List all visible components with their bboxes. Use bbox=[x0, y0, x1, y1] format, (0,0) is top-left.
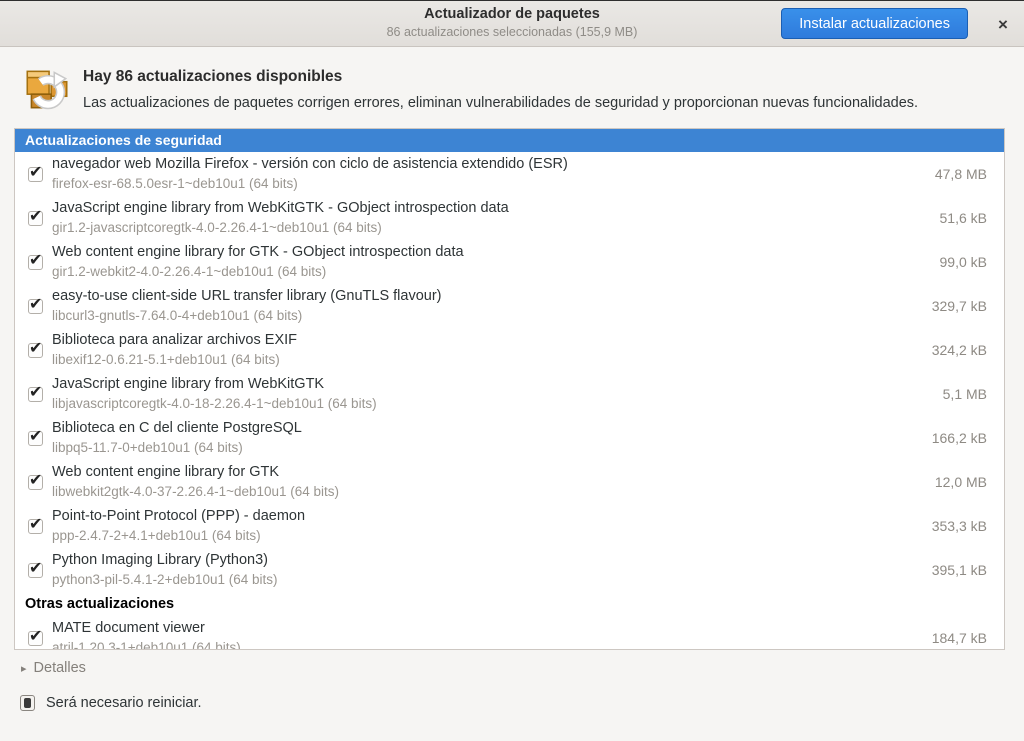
restart-notice: Será necesario reiniciar. bbox=[20, 695, 202, 711]
other-updates-group: ✔ MATE document viewer atril-1.20.3-1+de… bbox=[15, 616, 1004, 650]
install-updates-button[interactable]: Instalar actualizaciones bbox=[781, 8, 968, 39]
package-size: 324,2 kB bbox=[932, 342, 987, 358]
check-icon: ✔ bbox=[29, 558, 42, 578]
package-size: 47,8 MB bbox=[935, 166, 987, 182]
package-title: Biblioteca para analizar archivos EXIF bbox=[52, 331, 920, 350]
check-icon: ✔ bbox=[29, 470, 42, 490]
package-version: libexif12-0.6.21-5.1+deb10u1 (64 bits) bbox=[52, 350, 920, 369]
window-subtitle: 86 actualizaciones seleccionadas (155,9 … bbox=[387, 25, 638, 39]
package-title: easy-to-use client-side URL transfer lib… bbox=[52, 287, 920, 306]
package-size: 184,7 kB bbox=[932, 630, 987, 646]
package-size: 395,1 kB bbox=[932, 562, 987, 578]
package-size: 353,3 kB bbox=[932, 518, 987, 534]
table-row[interactable]: ✔ navegador web Mozilla Firefox - versió… bbox=[15, 152, 1004, 196]
chevron-right-icon: ▸ bbox=[21, 662, 27, 675]
package-title: MATE document viewer bbox=[52, 619, 920, 638]
check-icon: ✔ bbox=[29, 426, 42, 446]
check-icon: ✔ bbox=[29, 382, 42, 402]
package-size: 99,0 kB bbox=[940, 254, 987, 270]
package-size: 5,1 MB bbox=[943, 386, 987, 402]
package-title: Python Imaging Library (Python3) bbox=[52, 551, 920, 570]
table-row[interactable]: ✔ Web content engine library for GTK - G… bbox=[15, 240, 1004, 284]
package-size: 166,2 kB bbox=[932, 430, 987, 446]
table-row[interactable]: ✔ Biblioteca para analizar archivos EXIF… bbox=[15, 328, 1004, 372]
package-version: libwebkit2gtk-4.0-37-2.26.4-1~deb10u1 (6… bbox=[52, 482, 923, 501]
package-version: libpq5-11.7-0+deb10u1 (64 bits) bbox=[52, 438, 920, 457]
close-icon[interactable]: × bbox=[990, 12, 1016, 38]
page-header: Hay 86 actualizaciones disponibles Las a… bbox=[20, 60, 1004, 116]
package-size: 51,6 kB bbox=[940, 210, 987, 226]
update-checkbox[interactable]: ✔ bbox=[28, 475, 43, 490]
table-row[interactable]: ✔ JavaScript engine library from WebKitG… bbox=[15, 372, 1004, 416]
update-checkbox[interactable]: ✔ bbox=[28, 431, 43, 446]
details-expander[interactable]: ▸ Detalles bbox=[21, 660, 86, 676]
package-version: libcurl3-gnutls-7.64.0-4+deb10u1 (64 bit… bbox=[52, 306, 920, 325]
check-icon: ✔ bbox=[29, 626, 42, 646]
update-list: Actualizaciones de seguridad ✔ navegador… bbox=[14, 128, 1005, 650]
update-checkbox[interactable]: ✔ bbox=[28, 255, 43, 270]
table-row[interactable]: ✔ Biblioteca en C del cliente PostgreSQL… bbox=[15, 416, 1004, 460]
package-title: Web content engine library for GTK bbox=[52, 463, 923, 482]
update-checkbox[interactable]: ✔ bbox=[28, 563, 43, 578]
package-title: Web content engine library for GTK - GOb… bbox=[52, 243, 928, 262]
check-icon: ✔ bbox=[29, 294, 42, 314]
table-row[interactable]: ✔ easy-to-use client-side URL transfer l… bbox=[15, 284, 1004, 328]
update-checkbox[interactable]: ✔ bbox=[28, 519, 43, 534]
check-icon: ✔ bbox=[29, 250, 42, 270]
package-version: gir1.2-webkit2-4.0-2.26.4-1~deb10u1 (64 … bbox=[52, 262, 928, 281]
page-title: Hay 86 actualizaciones disponibles bbox=[83, 68, 918, 86]
restart-icon bbox=[20, 695, 35, 711]
package-title: Biblioteca en C del cliente PostgreSQL bbox=[52, 419, 920, 438]
table-row[interactable]: ✔ Python Imaging Library (Python3) pytho… bbox=[15, 548, 1004, 592]
package-version: libjavascriptcoregtk-4.0-18-2.26.4-1~deb… bbox=[52, 394, 931, 413]
package-title: navegador web Mozilla Firefox - versión … bbox=[52, 155, 923, 174]
window-title: Actualizador de paquetes bbox=[387, 6, 638, 22]
package-title: JavaScript engine library from WebKitGTK… bbox=[52, 199, 928, 218]
package-version: firefox-esr-68.5.0esr-1~deb10u1 (64 bits… bbox=[52, 174, 923, 193]
package-version: atril-1.20.3-1+deb10u1 (64 bits) bbox=[52, 638, 920, 650]
table-row[interactable]: ✔ JavaScript engine library from WebKitG… bbox=[15, 196, 1004, 240]
details-label: Detalles bbox=[34, 660, 86, 676]
titlebar: Actualizador de paquetes 86 actualizacio… bbox=[0, 0, 1024, 47]
update-checkbox[interactable]: ✔ bbox=[28, 387, 43, 402]
package-size: 329,7 kB bbox=[932, 298, 987, 314]
table-row[interactable]: ✔ MATE document viewer atril-1.20.3-1+de… bbox=[15, 616, 1004, 650]
update-checkbox[interactable]: ✔ bbox=[28, 211, 43, 226]
page-description: Las actualizaciones de paquetes corrigen… bbox=[83, 95, 918, 111]
titlebar-title-block: Actualizador de paquetes 86 actualizacio… bbox=[387, 6, 638, 39]
update-checkbox[interactable]: ✔ bbox=[28, 343, 43, 358]
update-checkbox[interactable]: ✔ bbox=[28, 299, 43, 314]
restart-notice-text: Será necesario reiniciar. bbox=[46, 695, 202, 711]
table-row[interactable]: ✔ Web content engine library for GTK lib… bbox=[15, 460, 1004, 504]
package-title: Point-to-Point Protocol (PPP) - daemon bbox=[52, 507, 920, 526]
section-header-security: Actualizaciones de seguridad bbox=[15, 129, 1004, 152]
check-icon: ✔ bbox=[29, 514, 42, 534]
package-version: gir1.2-javascriptcoregtk-4.0-2.26.4-1~de… bbox=[52, 218, 928, 237]
check-icon: ✔ bbox=[29, 162, 42, 182]
package-updater-icon bbox=[20, 62, 74, 116]
package-title: JavaScript engine library from WebKitGTK bbox=[52, 375, 931, 394]
check-icon: ✔ bbox=[29, 206, 42, 226]
section-header-other: Otras actualizaciones bbox=[15, 592, 1004, 616]
package-size: 12,0 MB bbox=[935, 474, 987, 490]
update-checkbox[interactable]: ✔ bbox=[28, 631, 43, 646]
package-version: ppp-2.4.7-2+4.1+deb10u1 (64 bits) bbox=[52, 526, 920, 545]
security-updates-group: ✔ navegador web Mozilla Firefox - versió… bbox=[15, 152, 1004, 592]
table-row[interactable]: ✔ Point-to-Point Protocol (PPP) - daemon… bbox=[15, 504, 1004, 548]
check-icon: ✔ bbox=[29, 338, 42, 358]
package-version: python3-pil-5.4.1-2+deb10u1 (64 bits) bbox=[52, 570, 920, 589]
update-checkbox[interactable]: ✔ bbox=[28, 167, 43, 182]
